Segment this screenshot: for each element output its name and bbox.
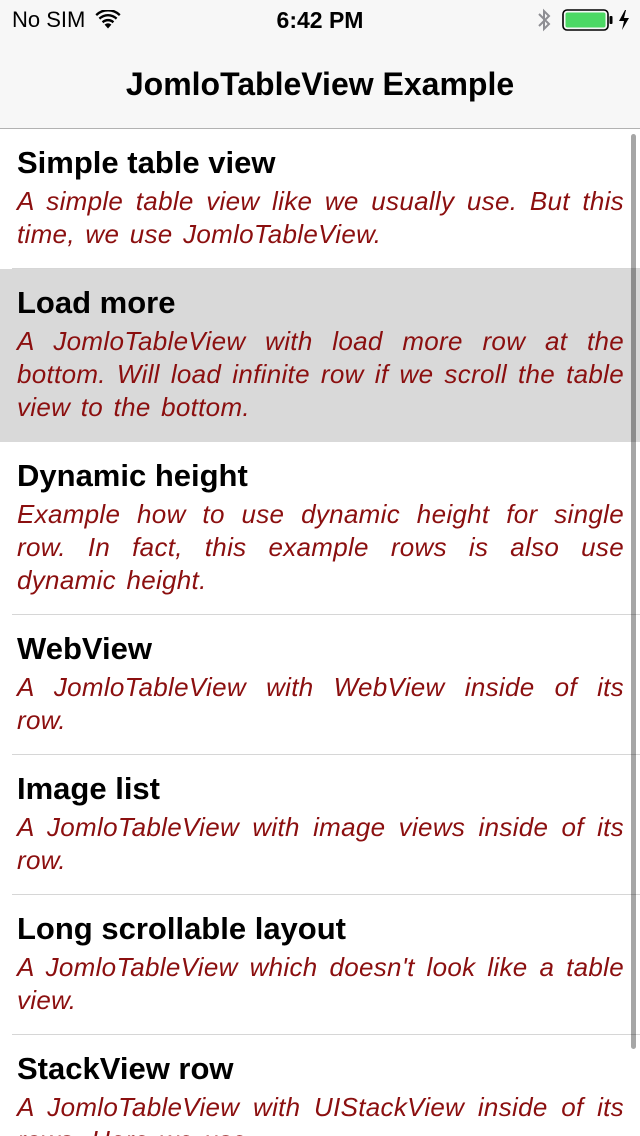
row-description: A JomloTableView with WebView inside of …: [17, 672, 624, 735]
navigation-bar: JomloTableView Example: [0, 40, 640, 129]
table-row[interactable]: Simple table view A simple table view li…: [0, 129, 640, 269]
table-row[interactable]: Dynamic height Example how to use dynami…: [0, 442, 640, 615]
row-title: StackView row: [17, 1051, 234, 1086]
status-right-indicators: [536, 6, 630, 34]
battery-icon: [562, 9, 613, 31]
table-row[interactable]: StackView row A JomloTableView with UISt…: [0, 1035, 640, 1136]
row-description: A JomloTableView with UIStackView inside…: [17, 1092, 624, 1136]
table-row-selected[interactable]: Load more A JomloTableView with load mor…: [0, 269, 640, 442]
table-row[interactable]: WebView A JomloTableView with WebView in…: [0, 615, 640, 755]
table-row[interactable]: Image list A JomloTableView with image v…: [0, 755, 640, 895]
page-title: JomloTableView Example: [125, 66, 515, 102]
row-description: Example how to use dynamic height for si…: [17, 499, 624, 595]
bluetooth-icon: [538, 8, 551, 32]
example-table[interactable]: Simple table view A simple table view li…: [0, 129, 640, 1136]
row-title: Simple table view: [17, 145, 276, 180]
table-row[interactable]: Long scrollable layout A JomloTableView …: [0, 895, 640, 1035]
status-bar: No SIM 6:42 PM: [0, 0, 640, 40]
row-description: A JomloTableView with load more row at t…: [17, 326, 624, 422]
row-description: A JomloTableView which doesn't look like…: [17, 952, 624, 1015]
row-title: WebView: [17, 631, 152, 666]
app-screen: No SIM 6:42 PM JomloTableView Example Si…: [0, 0, 640, 1136]
charging-bolt-icon: [619, 10, 629, 30]
row-title: Dynamic height: [17, 458, 248, 493]
row-title: Long scrollable layout: [17, 911, 346, 946]
row-description: A simple table view like we usually use.…: [17, 186, 624, 249]
row-title: Load more: [17, 285, 176, 320]
vertical-scrollbar[interactable]: [631, 134, 636, 1049]
row-description: A JomloTableView with image views inside…: [17, 812, 624, 875]
row-title: Image list: [17, 771, 160, 806]
